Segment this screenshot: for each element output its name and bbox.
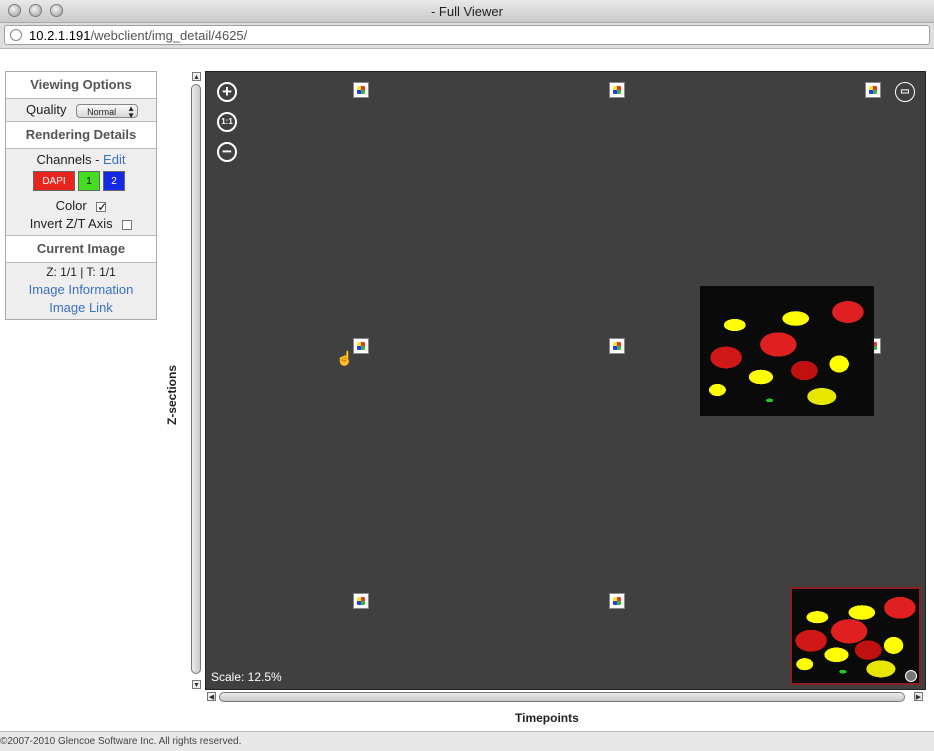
color-checkbox[interactable]: [96, 198, 107, 216]
window-title: - Full Viewer: [430, 4, 503, 19]
hand-cursor-icon: ☝: [336, 350, 354, 366]
title-bar: - Full Viewer: [0, 0, 934, 23]
t-scrollbar[interactable]: ◀ ▶: [205, 691, 926, 703]
invert-checkbox[interactable]: [122, 219, 133, 230]
channel-button-dapi[interactable]: DAPI: [33, 171, 75, 191]
zoom-in-icon[interactable]: +: [217, 82, 237, 102]
scale-readout: Scale: 12.5%: [211, 670, 282, 684]
tile-placeholder-icon: [609, 82, 625, 98]
invert-row: Invert Z/T Axis: [6, 215, 156, 233]
scroll-down-icon[interactable]: ▼: [192, 680, 201, 689]
scroll-right-icon[interactable]: ▶: [914, 692, 923, 701]
channel-button-2[interactable]: 2: [103, 171, 125, 191]
tile-placeholder-icon: [353, 338, 369, 354]
zt-status: Z: 1/1 | T: 1/1: [46, 265, 116, 279]
channels-edit-link[interactable]: Edit: [103, 152, 125, 167]
url-path: /webclient/img_detail/4625/: [90, 28, 248, 43]
image-viewport[interactable]: + 1:1 − ▭ ☝ Scale: 12.5%: [205, 71, 926, 690]
z-scroll-thumb[interactable]: [191, 84, 201, 674]
tile-placeholder-icon: [609, 593, 625, 609]
image-link[interactable]: Image Link: [6, 299, 156, 317]
tile-placeholder-icon: [609, 338, 625, 354]
z-scrollbar[interactable]: ▲ ▼: [191, 71, 202, 690]
z-axis-label-box: Z-sections: [165, 360, 179, 430]
url-field[interactable]: 10.2.1.191/webclient/img_detail/4625/: [4, 25, 930, 45]
t-axis-label: Timepoints: [515, 711, 579, 725]
zoom-out-icon[interactable]: −: [217, 142, 237, 162]
viewing-options-header: Viewing Options: [6, 72, 156, 98]
footer: ©2007-2010 Glencoe Software Inc. All rig…: [0, 731, 934, 751]
address-bar: 10.2.1.191/webclient/img_detail/4625/: [0, 23, 934, 49]
globe-icon: [10, 29, 22, 41]
invert-label: Invert Z/T Axis: [29, 216, 113, 231]
image-information-link[interactable]: Image Information: [6, 281, 156, 299]
channels-row: Channels - Edit: [6, 151, 156, 169]
scroll-up-icon[interactable]: ▲: [192, 72, 201, 81]
url-host: 10.2.1.191: [29, 28, 91, 43]
quality-select[interactable]: Normal ▲ ▼: [76, 103, 139, 120]
color-label: Color: [55, 198, 87, 213]
tile-placeholder-icon: [353, 593, 369, 609]
birdseye-thumbnail[interactable]: [790, 587, 921, 685]
channel-buttons: DAPI 1 2: [6, 171, 156, 197]
zoom-reset-icon[interactable]: 1:1: [217, 112, 237, 132]
fullscreen-icon[interactable]: ▭: [895, 82, 915, 102]
tile-placeholder-icon: [865, 82, 881, 98]
z-axis-label: Z-sections: [165, 364, 179, 426]
quality-row: Quality Normal ▲ ▼: [6, 98, 156, 122]
channel-button-1[interactable]: 1: [78, 171, 100, 191]
t-scroll-thumb[interactable]: [219, 692, 905, 702]
color-row: Color: [6, 197, 156, 216]
current-image-header: Current Image: [6, 236, 156, 262]
select-arrows-icon: ▲ ▼: [127, 103, 136, 120]
options-panel: Viewing Options Quality Normal ▲ ▼ Render…: [5, 71, 157, 320]
tile-placeholder-icon: [353, 82, 369, 98]
copyright-text: ©2007-2010 Glencoe Software Inc. All rig…: [0, 736, 242, 747]
rendering-section: Channels - Edit DAPI12 Color Invert Z/T …: [6, 148, 156, 236]
scroll-left-icon[interactable]: ◀: [207, 692, 216, 701]
quality-label: Quality: [26, 102, 67, 117]
rendering-details-header: Rendering Details: [6, 122, 156, 148]
current-image-section: Z: 1/1 | T: 1/1 Image Information Image …: [6, 262, 156, 319]
quality-select-value: Normal: [87, 106, 117, 117]
channels-label: Channels -: [36, 152, 100, 167]
image-tile: [700, 286, 874, 416]
close-thumbnail-icon[interactable]: [905, 670, 917, 682]
